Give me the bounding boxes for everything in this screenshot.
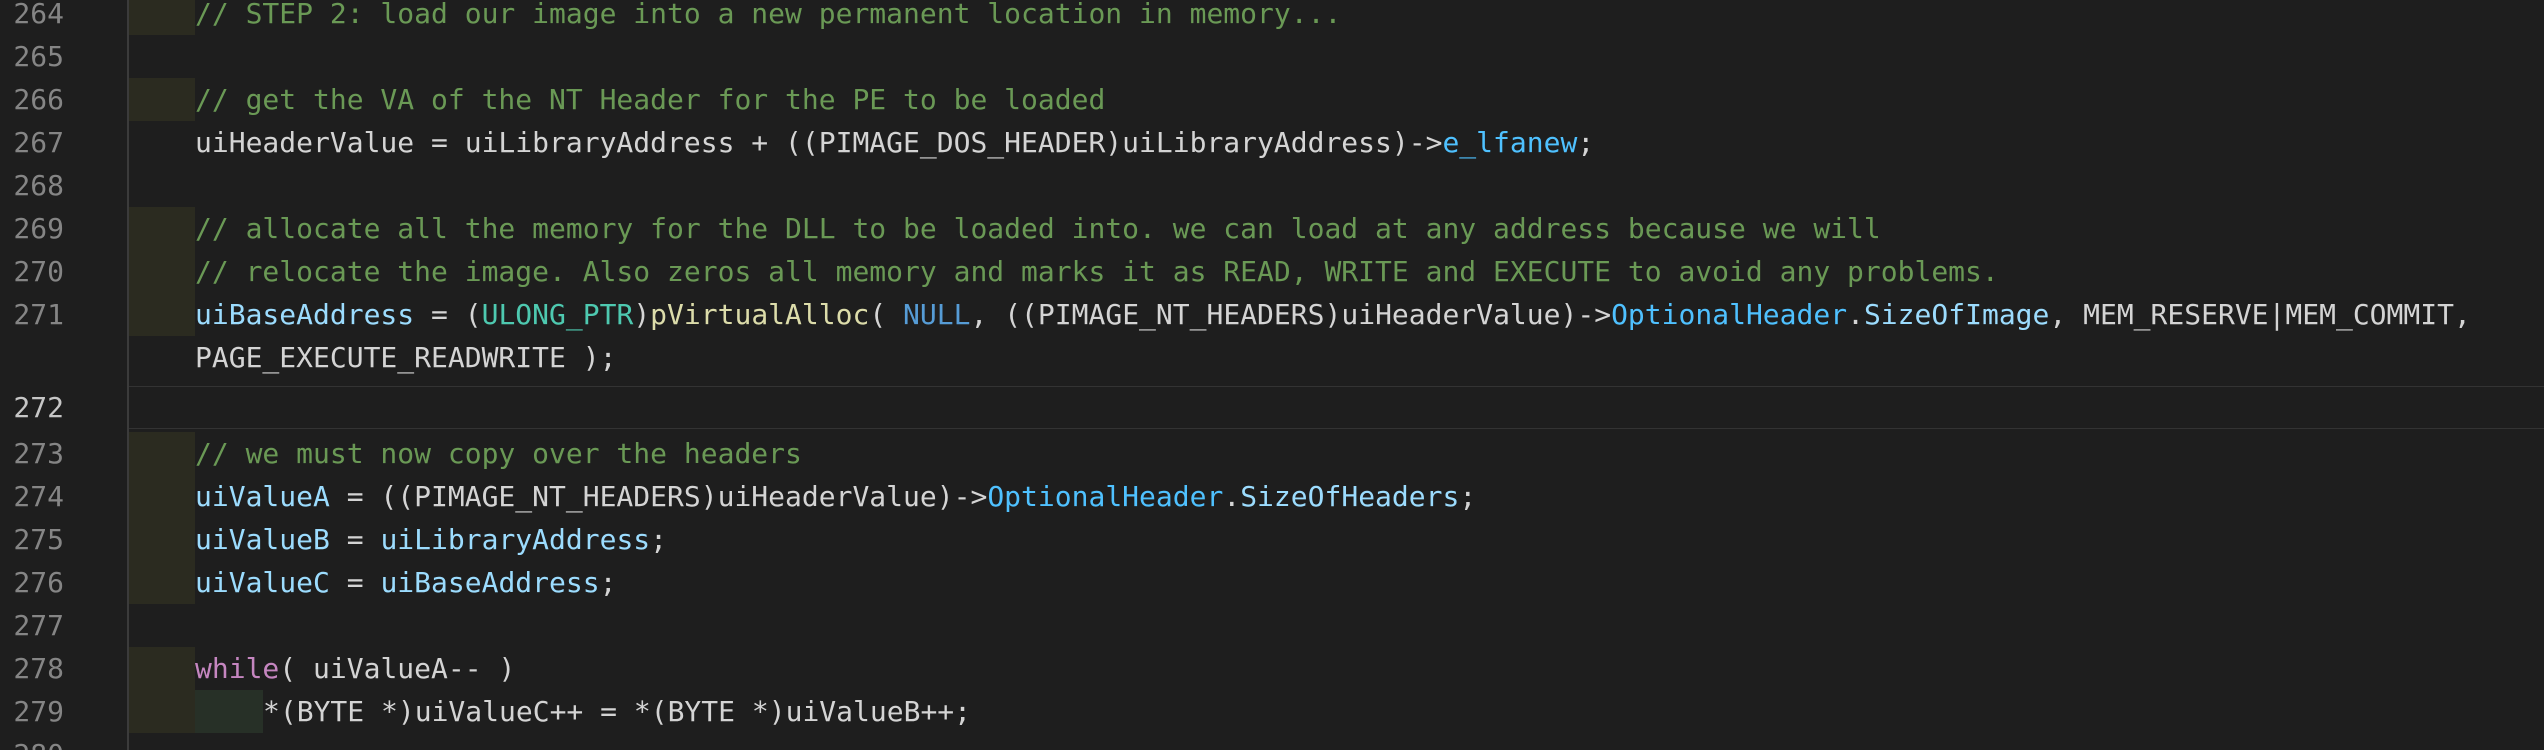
code-token: OptionalHeader xyxy=(1611,298,1848,331)
code-token: , ((PIMAGE_NT_HEADERS)uiHeaderValue)-> xyxy=(970,298,1612,331)
code-comment: // relocate the image. Also zeros all me… xyxy=(195,255,1999,288)
code-token: ; xyxy=(650,523,668,556)
indent-guide xyxy=(129,475,195,518)
line-number: 279 xyxy=(13,695,64,728)
code-text: uiBaseAddress = (ULONG_PTR)pVirtualAlloc… xyxy=(195,293,2471,336)
code-token: SizeOfHeaders xyxy=(1240,480,1460,513)
code-line[interactable]: 267 uiHeaderValue = uiLibraryAddress + (… xyxy=(0,121,2544,164)
line-number: 265 xyxy=(13,40,64,73)
code-text: *(BYTE *)uiValueC++ = *(BYTE *)uiValueB+… xyxy=(263,695,972,728)
code-line[interactable]: 280 xyxy=(0,733,2544,750)
line-number: 267 xyxy=(13,126,64,159)
code-token: NULL xyxy=(903,298,971,331)
code-line[interactable]: 278 while( uiValueA-- ) xyxy=(0,647,2544,690)
code-comment: // STEP 2: load our image into a new per… xyxy=(195,0,1342,30)
code-text: while( uiValueA-- ) xyxy=(195,647,515,690)
code-line[interactable]: 273 // we must now copy over the headers xyxy=(0,432,2544,475)
code-line[interactable]: 264 // STEP 2: load our image into a new… xyxy=(0,0,2544,35)
code-text: uiValueC = uiBaseAddress; xyxy=(195,561,616,604)
code-token: . xyxy=(1223,480,1241,513)
line-number: 264 xyxy=(13,0,64,30)
line-number: 270 xyxy=(13,255,64,288)
code-token: = xyxy=(329,566,381,599)
code-token: ) xyxy=(633,298,651,331)
code-token: uiValueC xyxy=(195,566,330,599)
code-token: uiBaseAddress xyxy=(195,298,415,331)
code-token: ULONG_PTR xyxy=(481,298,634,331)
indent-guide xyxy=(129,690,195,733)
indent-guide xyxy=(129,561,195,604)
code-token: = xyxy=(329,523,381,556)
indent-guide xyxy=(129,78,195,121)
code-line[interactable]: 270 // relocate the image. Also zeros al… xyxy=(0,250,2544,293)
code-editor[interactable]: 264 // STEP 2: load our image into a new… xyxy=(0,0,2544,750)
indent-guide xyxy=(129,647,195,690)
code-token: ; xyxy=(599,566,617,599)
line-number: 276 xyxy=(13,566,64,599)
indent-guide xyxy=(129,432,195,475)
indent-guide xyxy=(195,690,263,733)
code-line[interactable]: 279 *(BYTE *)uiValueC++ = *(BYTE *)uiVal… xyxy=(0,690,2544,733)
code-token: SizeOfImage xyxy=(1863,298,2050,331)
line-number: 272 xyxy=(13,391,64,424)
code-token: , MEM_RESERVE|MEM_COMMIT, xyxy=(2049,298,2471,331)
code-token: OptionalHeader xyxy=(987,480,1224,513)
line-number: 277 xyxy=(13,609,64,642)
indent-guide xyxy=(129,293,195,336)
code-token: ; xyxy=(1459,480,1477,513)
line-number: 268 xyxy=(13,169,64,202)
line-number: 266 xyxy=(13,83,64,116)
code-token: = ( xyxy=(414,298,482,331)
line-number: 273 xyxy=(13,437,64,470)
line-number: 275 xyxy=(13,523,64,556)
line-number: 269 xyxy=(13,212,64,245)
line-number: 274 xyxy=(13,480,64,513)
code-line[interactable]: 277 xyxy=(0,604,2544,647)
code-line-wrap[interactable]: PAGE_EXECUTE_READWRITE ); xyxy=(0,336,2544,379)
code-comment: // allocate all the memory for the DLL t… xyxy=(195,212,1881,245)
current-line-border xyxy=(129,428,2544,429)
line-number: 271 xyxy=(13,298,64,331)
code-text: uiHeaderValue = uiLibraryAddress + ((PIM… xyxy=(195,121,1594,164)
line-number: 278 xyxy=(13,652,64,685)
code-token: pVirtualAlloc xyxy=(650,298,870,331)
indent-guide xyxy=(129,518,195,561)
indent-guide xyxy=(129,0,195,35)
code-line[interactable]: 275 uiValueB = uiLibraryAddress; xyxy=(0,518,2544,561)
code-keyword: while xyxy=(195,652,280,685)
code-comment: // we must now copy over the headers xyxy=(195,437,802,470)
code-token: . xyxy=(1847,298,1864,331)
code-text: uiValueB = uiLibraryAddress; xyxy=(195,518,667,561)
code-line[interactable]: 265 xyxy=(0,35,2544,78)
code-line-current[interactable]: 272 xyxy=(0,386,2544,429)
code-line[interactable]: 276 uiValueC = uiBaseAddress; xyxy=(0,561,2544,604)
line-number: 280 xyxy=(0,733,64,750)
code-text: uiValueA = ((PIMAGE_NT_HEADERS)uiHeaderV… xyxy=(195,475,1476,518)
code-token: = ((PIMAGE_NT_HEADERS)uiHeaderValue)-> xyxy=(329,480,988,513)
code-line[interactable]: 266 // get the VA of the NT Header for t… xyxy=(0,78,2544,121)
code-token: ( uiValueA-- ) xyxy=(279,652,516,685)
code-token: uiBaseAddress xyxy=(380,566,600,599)
code-token: ( xyxy=(869,298,904,331)
indent-guide xyxy=(129,250,195,293)
code-line[interactable]: 274 uiValueA = ((PIMAGE_NT_HEADERS)uiHea… xyxy=(0,475,2544,518)
code-token: uiValueA xyxy=(195,480,330,513)
code-line[interactable]: 271 uiBaseAddress = (ULONG_PTR)pVirtualA… xyxy=(0,293,2544,336)
code-comment: // get the VA of the NT Header for the P… xyxy=(195,83,1106,116)
code-line[interactable]: 269 // allocate all the memory for the D… xyxy=(0,207,2544,250)
indent-guide xyxy=(129,207,195,250)
code-text: PAGE_EXECUTE_READWRITE ); xyxy=(195,341,617,374)
code-token: uiHeaderValue = uiLibraryAddress + ((PIM… xyxy=(195,126,1443,159)
code-token: uiLibraryAddress xyxy=(380,523,651,556)
code-token: e_lfanew xyxy=(1442,126,1578,159)
code-token: ; xyxy=(1577,126,1595,159)
code-line[interactable]: 268 xyxy=(0,164,2544,207)
code-token: uiValueB xyxy=(195,523,330,556)
current-line-border xyxy=(129,386,2544,387)
